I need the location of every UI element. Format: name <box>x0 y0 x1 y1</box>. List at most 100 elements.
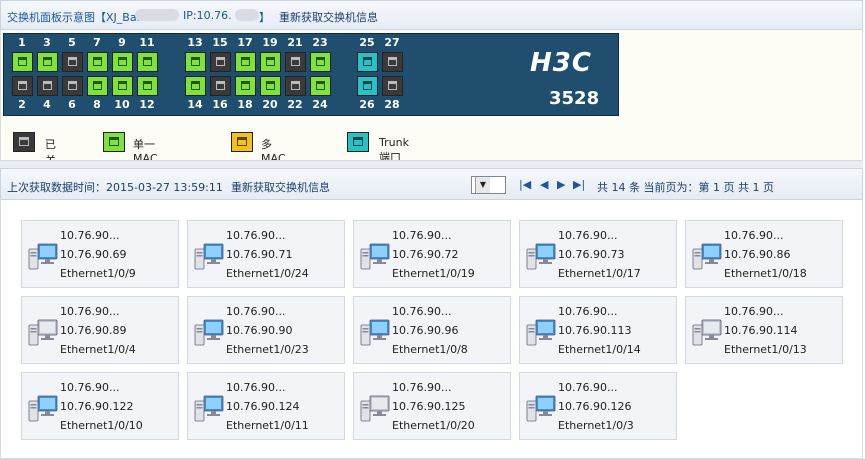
switch-port-8[interactable] <box>87 76 108 96</box>
device-ip: 10.76.90.113 <box>558 324 632 337</box>
device-card[interactable]: 10.76.90... 10.76.90.69 Ethernet1/0/9 <box>21 220 179 288</box>
switch-port-3[interactable] <box>37 52 58 72</box>
device-name: 10.76.90... <box>558 381 618 394</box>
computer-icon <box>692 243 722 270</box>
device-card[interactable]: 10.76.90... 10.76.90.71 Ethernet1/0/24 <box>187 220 345 288</box>
device-name: 10.76.90... <box>558 305 618 318</box>
port-number-bottom: 26 <box>359 98 375 111</box>
switch-port-26[interactable] <box>357 76 378 96</box>
port-number-bottom: 12 <box>139 98 155 111</box>
chevron-down-icon: ▼ <box>475 177 490 193</box>
computer-icon <box>692 319 722 346</box>
section-divider <box>0 160 863 168</box>
port-number-bottom: 2 <box>18 98 26 111</box>
device-ip: 10.76.90.69 <box>60 248 127 261</box>
port-number-top: 25 <box>359 36 375 49</box>
device-card[interactable]: 10.76.90... 10.76.90.113 Ethernet1/0/14 <box>519 296 677 364</box>
port-number-top: 15 <box>212 36 228 49</box>
computer-icon <box>194 395 224 422</box>
multi-mac-port-icon <box>231 132 253 152</box>
device-name: 10.76.90... <box>226 229 286 242</box>
redacted-ip <box>235 9 259 21</box>
device-ip: 10.76.90.96 <box>392 324 459 337</box>
switch-port-13[interactable] <box>185 52 206 72</box>
device-port: Ethernet1/0/23 <box>226 343 309 356</box>
device-card[interactable]: 10.76.90... 10.76.90.89 Ethernet1/0/4 <box>21 296 179 364</box>
status-toolbar: 上次获取数据时间：2015-03-27 13:59:11 重新获取交换机信息 5… <box>0 168 863 200</box>
device-card[interactable]: 10.76.90... 10.76.90.124 Ethernet1/0/11 <box>187 372 345 440</box>
computer-icon <box>526 243 556 270</box>
switch-port-17[interactable] <box>235 52 256 72</box>
switch-port-11[interactable] <box>137 52 158 72</box>
switch-port-27[interactable] <box>382 52 403 72</box>
device-card[interactable]: 10.76.90... 10.76.90.86 Ethernet1/0/18 <box>685 220 843 288</box>
switch-ip: IP:10.76. <box>183 9 232 22</box>
next-page-icon[interactable]: ▶ <box>557 178 565 191</box>
device-name: 10.76.90... <box>392 381 452 394</box>
device-port: Ethernet1/0/3 <box>558 419 634 432</box>
switch-port-19[interactable] <box>260 52 281 72</box>
last-page-icon[interactable]: ▶| <box>573 178 585 191</box>
switch-port-22[interactable] <box>285 76 306 96</box>
switch-port-24[interactable] <box>310 76 331 96</box>
device-card[interactable]: 10.76.90... 10.76.90.122 Ethernet1/0/10 <box>21 372 179 440</box>
switch-port-21[interactable] <box>285 52 306 72</box>
port-number-bottom: 20 <box>262 98 278 111</box>
device-card[interactable]: 10.76.90... 10.76.90.125 Ethernet1/0/20 <box>353 372 511 440</box>
port-number-top: 3 <box>43 36 51 49</box>
port-number-bottom: 16 <box>212 98 228 111</box>
device-card[interactable]: 10.76.90... 10.76.90.96 Ethernet1/0/8 <box>353 296 511 364</box>
refresh-switch-link[interactable]: 重新获取交换机信息 <box>279 9 378 25</box>
refresh-info-link[interactable]: 重新获取交换机信息 <box>231 179 330 195</box>
device-ip: 10.76.90.71 <box>226 248 293 261</box>
port-number-top: 21 <box>287 36 303 49</box>
device-card[interactable]: 10.76.90... 10.76.90.114 Ethernet1/0/13 <box>685 296 843 364</box>
switch-port-25[interactable] <box>357 52 378 72</box>
switch-port-20[interactable] <box>260 76 281 96</box>
device-port: Ethernet1/0/8 <box>392 343 468 356</box>
switch-port-4[interactable] <box>37 76 58 96</box>
switch-port-7[interactable] <box>87 52 108 72</box>
device-port: Ethernet1/0/11 <box>226 419 309 432</box>
computer-icon <box>526 395 556 422</box>
prev-page-icon[interactable]: ◀ <box>540 178 548 191</box>
port-number-bottom: 4 <box>43 98 51 111</box>
device-name: 10.76.90... <box>226 381 286 394</box>
device-port: Ethernet1/0/14 <box>558 343 641 356</box>
device-card[interactable]: 10.76.90... 10.76.90.72 Ethernet1/0/19 <box>353 220 511 288</box>
switch-port-12[interactable] <box>137 76 158 96</box>
page-size-select[interactable]: 54 ▼ <box>471 176 506 194</box>
computer-icon <box>28 319 58 346</box>
device-name: 10.76.90... <box>724 229 784 242</box>
computer-icon <box>194 319 224 346</box>
device-card[interactable]: 10.76.90... 10.76.90.126 Ethernet1/0/3 <box>519 372 677 440</box>
switch-port-1[interactable] <box>12 52 33 72</box>
device-card[interactable]: 10.76.90... 10.76.90.90 Ethernet1/0/23 <box>187 296 345 364</box>
computer-icon <box>360 395 390 422</box>
device-ip: 10.76.90.126 <box>558 400 632 413</box>
computer-icon <box>28 395 58 422</box>
port-number-top: 13 <box>187 36 203 49</box>
switch-port-2[interactable] <box>12 76 33 96</box>
switch-port-9[interactable] <box>112 52 133 72</box>
switch-port-6[interactable] <box>62 76 83 96</box>
device-name: 10.76.90... <box>60 305 120 318</box>
switch-port-5[interactable] <box>62 52 83 72</box>
switch-port-18[interactable] <box>235 76 256 96</box>
switch-port-15[interactable] <box>210 52 231 72</box>
switch-port-23[interactable] <box>310 52 331 72</box>
first-page-icon[interactable]: |◀ <box>519 178 531 191</box>
computer-icon <box>526 319 556 346</box>
switch-port-16[interactable] <box>210 76 231 96</box>
computer-icon <box>28 243 58 270</box>
switch-port-28[interactable] <box>382 76 403 96</box>
panel-header: 交换机面板示意图【XJ_Bai IP:10.76. 】 重新获取交换机信息 <box>0 0 863 30</box>
switch-panel-area: H3C 3528 1 2 3 4 5 6 7 8 9 10 11 12 13 14 15 16 17 18 19 20… <box>0 30 863 215</box>
computer-icon <box>360 319 390 346</box>
device-ip: 10.76.90.89 <box>60 324 127 337</box>
port-number-bottom: 22 <box>287 98 303 111</box>
switch-port-10[interactable] <box>112 76 133 96</box>
switch-port-14[interactable] <box>185 76 206 96</box>
device-name: 10.76.90... <box>60 229 120 242</box>
device-card[interactable]: 10.76.90... 10.76.90.73 Ethernet1/0/17 <box>519 220 677 288</box>
